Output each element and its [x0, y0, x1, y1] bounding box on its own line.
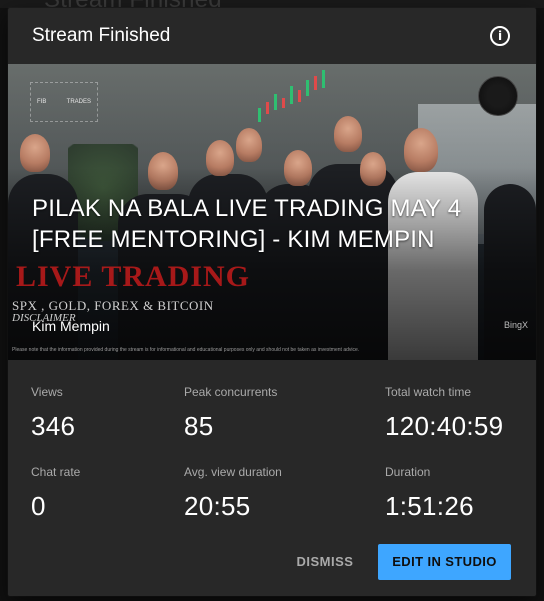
stat-avg-view-duration: Avg. view duration 20:55 [184, 465, 282, 522]
stat-value: 85 [184, 411, 214, 441]
stream-thumbnail: FIB TRADES LIVE TRADING SPX , GOLD, FORE… [8, 64, 536, 360]
stat-value: 346 [31, 411, 76, 441]
stat-peak-concurrents: Peak concurrents 85 [184, 385, 277, 442]
stream-stats: Views 346 Peak concurrents 85 Total watc… [8, 360, 536, 530]
stat-label: Views [31, 385, 63, 399]
logo-left-text: FIB [37, 99, 47, 105]
video-title: PILAK NA BALA LIVE TRADING MAY 4 [FREE M… [32, 195, 462, 253]
stream-finished-dialog: Stream Finished i FIB TRADES LIVE TRADIN… [8, 8, 536, 596]
fib-trades-logo: FIB TRADES [30, 82, 98, 122]
emblem-icon [478, 76, 518, 116]
overlay-heading: LIVE TRADING [16, 260, 250, 293]
stat-value: 1:51:26 [385, 491, 474, 521]
stat-label: Total watch time [385, 385, 472, 399]
stat-label: Chat rate [31, 465, 81, 479]
stat-views: Views 346 [31, 385, 75, 442]
stat-label: Avg. view duration [184, 465, 282, 479]
stat-label: Duration [385, 465, 431, 479]
dialog-actions: DISMISS EDIT IN STUDIO [8, 538, 536, 596]
stat-label: Peak concurrents [184, 385, 278, 399]
dismiss-button[interactable]: DISMISS [284, 544, 366, 580]
info-icon[interactable]: i [490, 26, 510, 46]
stat-value: 0 [31, 491, 46, 521]
stat-value: 20:55 [184, 491, 251, 521]
stat-value: 120:40:59 [385, 411, 504, 441]
channel-name[interactable]: Kim Mempin [32, 318, 110, 334]
stat-duration: Duration 1:51:26 [385, 465, 474, 522]
overlay-brand: BingX [503, 320, 528, 330]
stat-chat-rate: Chat rate 0 [31, 465, 80, 522]
overlay-disclaimer-text: Please note that the information provide… [12, 347, 360, 353]
logo-right-text: TRADES [66, 99, 91, 105]
dialog-title: Stream Finished [32, 25, 171, 46]
dialog-header: Stream Finished i [8, 8, 536, 64]
edit-in-studio-button[interactable]: EDIT IN STUDIO [378, 544, 511, 580]
stat-total-watch-time: Total watch time 120:40:59 [385, 385, 503, 442]
